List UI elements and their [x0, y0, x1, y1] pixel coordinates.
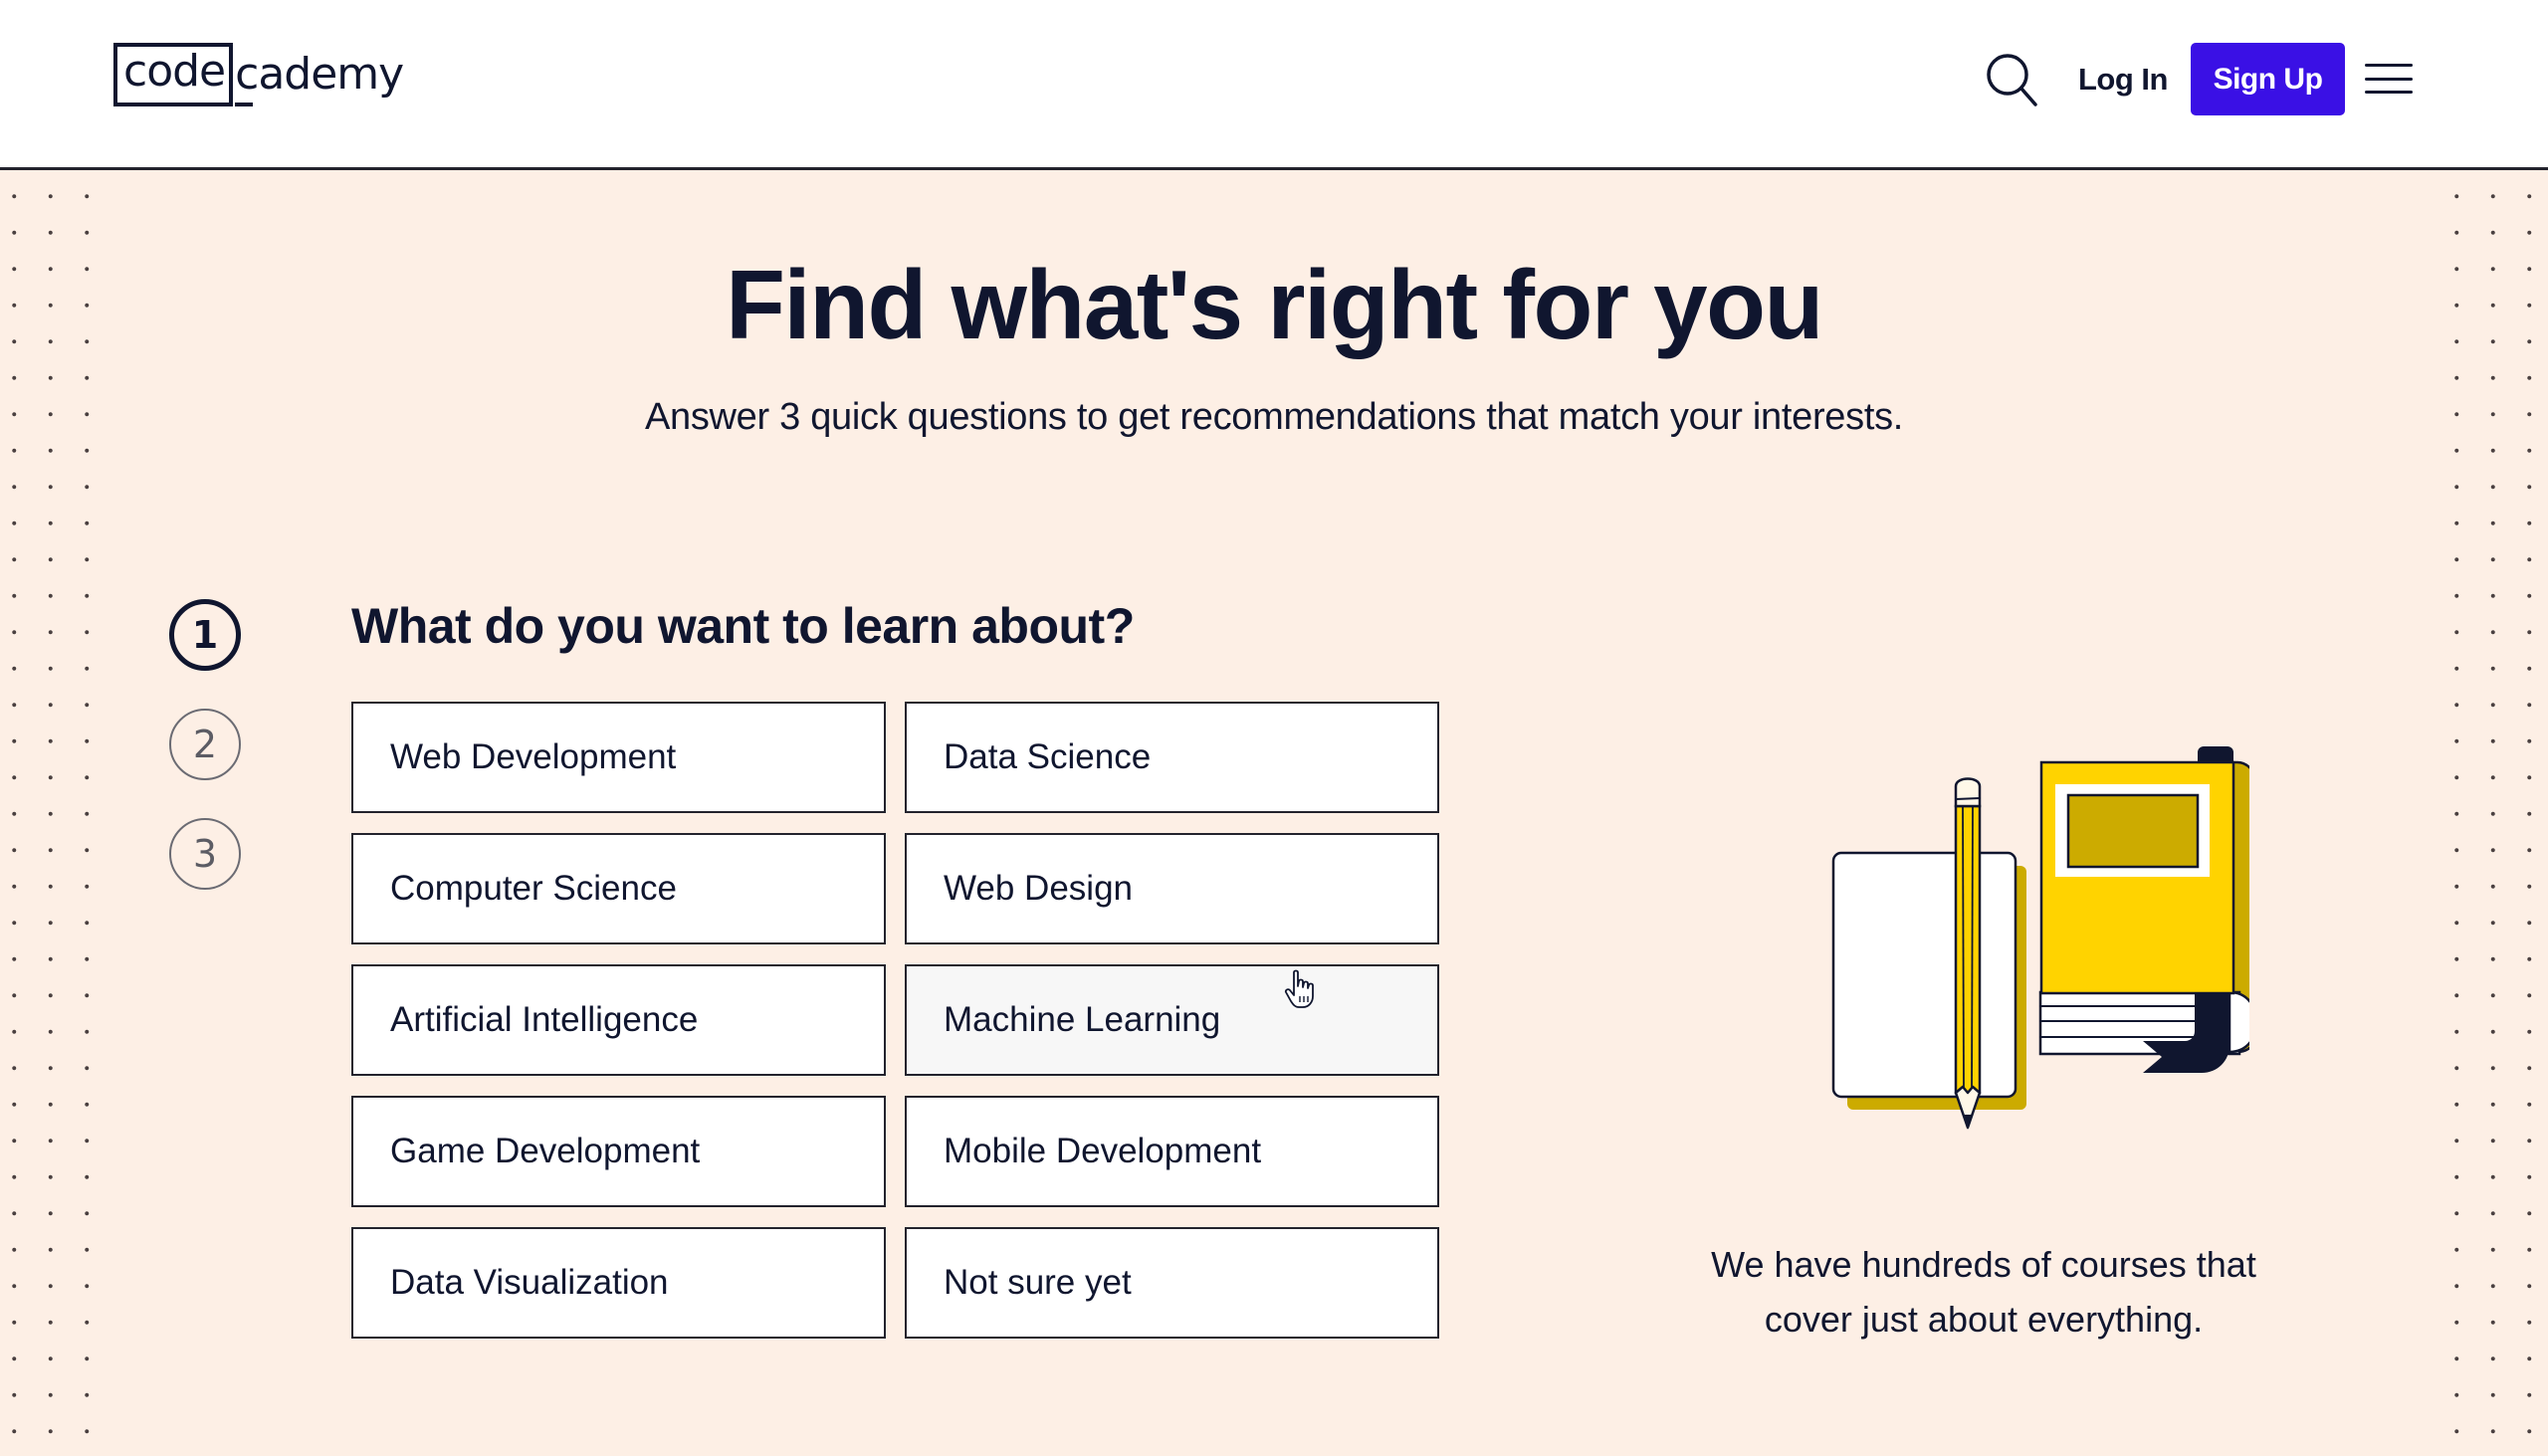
menu-icon-bar [2365, 91, 2413, 94]
caption-line-1: We have hundreds of courses that [1711, 1244, 2256, 1285]
page-subtitle: Answer 3 quick questions to get recommen… [644, 396, 1904, 438]
option-not-sure-yet[interactable]: Not sure yet [905, 1227, 1439, 1339]
dot-pattern-right [2441, 173, 2548, 1456]
option-mobile-development[interactable]: Mobile Development [905, 1096, 1439, 1207]
notebook-icon [1831, 851, 2026, 1110]
notebook-pencil-book-illustration [1831, 746, 2249, 1130]
option-computer-science[interactable]: Computer Science [351, 833, 886, 944]
dot-pattern-bottom [0, 1445, 2548, 1456]
option-web-design[interactable]: Web Design [905, 833, 1439, 944]
option-web-development[interactable]: Web Development [351, 702, 886, 813]
options-grid: Web Development Data Science Computer Sc… [351, 702, 1439, 1339]
hamburger-menu-button[interactable] [2363, 56, 2415, 102]
option-data-visualization[interactable]: Data Visualization [351, 1227, 886, 1339]
step-2-indicator: 2 [169, 709, 241, 780]
pencil-icon [1954, 777, 1982, 1130]
option-data-science[interactable]: Data Science [905, 702, 1439, 813]
courses-caption: We have hundreds of courses that cover j… [1685, 1237, 2282, 1347]
option-artificial-intelligence[interactable]: Artificial Intelligence [351, 964, 886, 1076]
dot-pattern-left [0, 173, 104, 1456]
menu-icon-bar [2365, 77, 2413, 81]
search-button[interactable] [1983, 50, 2042, 109]
login-link[interactable]: Log In [2078, 56, 2168, 104]
logo-cursor-mark [235, 103, 254, 106]
step-1-indicator: 1 [169, 599, 241, 671]
menu-icon-bar [2365, 64, 2413, 67]
step-3-indicator: 3 [169, 818, 241, 890]
logo-boxed-text: code [113, 43, 234, 106]
search-icon [1987, 54, 2037, 106]
question-title: What do you want to learn about? [351, 598, 1135, 654]
option-machine-learning[interactable]: Machine Learning [905, 964, 1439, 1076]
site-header: code cademy Log In Sign Up [0, 0, 2548, 170]
caption-line-2: cover just about everything. [1764, 1299, 2204, 1340]
page-title: Find what's right for you [726, 250, 1823, 359]
option-game-development[interactable]: Game Development [351, 1096, 886, 1207]
signup-button[interactable]: Sign Up [2191, 43, 2345, 115]
logo-rest-text: cademy [233, 49, 404, 106]
logo-rest-label: cademy [235, 49, 404, 100]
book-icon [2038, 746, 2249, 1073]
codecademy-logo[interactable]: code cademy [113, 43, 404, 106]
hand-pointer-cursor-icon [1284, 969, 1314, 1008]
